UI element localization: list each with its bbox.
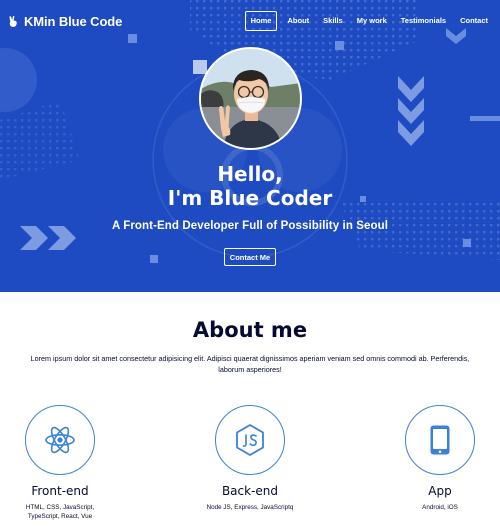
hero-greeting-line2: I'm Blue Coder [167,186,333,210]
skill-description: Android, iOS [422,504,458,511]
top-navbar: KMin Blue Code Home About Skills My work… [0,0,500,42]
skill-icon-circle [25,405,95,475]
nav-item-my-work[interactable]: My work [351,11,393,31]
skill-card-app: App Android, iOS [370,405,500,512]
skill-title: Back-end [221,484,279,498]
skill-icon-circle [215,405,285,475]
hand-peace-icon [9,15,17,27]
brand[interactable]: KMin Blue Code [7,14,122,29]
nav-item-skills[interactable]: Skills [317,11,349,31]
hero-greeting: Hello, I'm Blue Coder [0,162,500,210]
skill-card-back-end: Back-end Node JS, Express, JavaScriptq [180,405,320,512]
hero-greeting-line1: Hello, [217,162,283,186]
about-title: About me [192,318,308,342]
contact-me-button[interactable]: Contact Me [224,248,276,266]
hero-section: KMin Blue Code Home About Skills My work… [0,0,500,292]
mobile-phone-icon [430,425,450,455]
nodejs-icon [236,424,264,456]
nav-item-testimonials[interactable]: Testimonials [395,11,452,31]
skill-icon-circle [405,405,475,475]
nav-item-about[interactable]: About [281,11,315,31]
skill-card-front-end: Front-end HTML, CSS, JavaScript, TypeScr… [0,405,130,521]
hero-subtitle: A Front-End Developer Full of Possibilit… [111,220,389,232]
about-description: Lorem ipsum dolor sit amet consectetur a… [30,354,470,374]
profile-photo [201,49,300,148]
react-atom-icon [45,426,75,454]
avatar [199,47,302,150]
skill-title: App [428,484,452,498]
nav-item-home[interactable]: Home [244,11,278,31]
skill-description: Node JS, Express, JavaScriptq [206,504,294,511]
nav-item-contact[interactable]: Contact [454,11,494,31]
brand-title: KMin Blue Code [24,13,123,29]
skill-description: HTML, CSS, JavaScript, TypeScript, React… [25,504,95,520]
nav-menu: Home About Skills My work Testimonials C… [244,11,494,31]
skill-title: Front-end [31,484,89,498]
